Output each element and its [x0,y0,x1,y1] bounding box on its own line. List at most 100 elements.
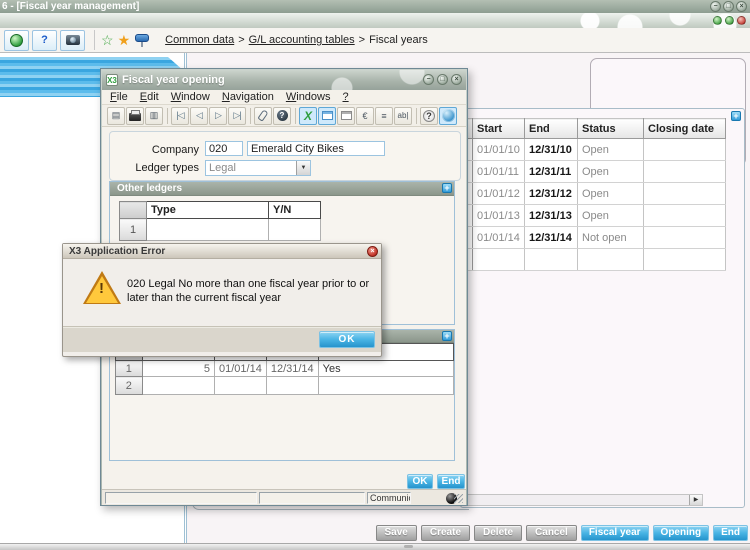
panel-expand-icon[interactable]: + [442,183,452,193]
dialog-titlebar[interactable]: X3 Fiscal year opening − □ × [102,70,466,90]
breadcrumb-common-data[interactable]: Common data [165,34,234,46]
session-restore-icon[interactable] [725,16,734,25]
x3-selection-button[interactable]: X [299,107,317,125]
next-record-button[interactable]: ▷ [209,107,227,125]
table-row-empty[interactable] [464,249,726,271]
printer-icon [129,113,141,121]
currency-icon: € [362,111,367,121]
chevron-down-icon[interactable]: ▼ [296,161,310,175]
menu-edit[interactable]: Edit [140,91,159,103]
col-closing-date[interactable]: Closing date [644,119,726,139]
dialog-end-button[interactable]: End [437,474,465,489]
table-row[interactable]: 01/01/14 12/31/14 Not open [464,227,726,249]
web-button[interactable] [439,107,457,125]
export-button[interactable]: ▥ [145,107,163,125]
horizontal-scrollbar[interactable]: ▶ [463,494,703,506]
panel-expand-icon[interactable]: + [442,331,452,341]
text-field-icon: ab| [398,111,409,120]
scroll-right-icon[interactable]: ▶ [689,495,702,505]
period-count-cell[interactable]: 5 [142,361,215,377]
breadcrumb-separator: > [359,34,365,46]
delete-button[interactable]: Delete [474,525,522,541]
minimize-button[interactable]: − [710,1,721,12]
bottom-strip [0,543,750,550]
error-close-icon[interactable]: × [367,246,378,257]
grid-row[interactable]: 1 5 01/01/14 12/31/14 Yes [116,361,454,377]
dialog-minimize-button[interactable]: − [423,74,434,85]
dialog-close-button[interactable]: × [451,74,462,85]
resize-grip[interactable] [454,494,463,503]
attachment-button[interactable] [254,107,272,125]
signpost-icon[interactable] [134,33,149,47]
snapshot-button[interactable] [60,30,85,51]
text-field-button[interactable]: ab| [394,107,412,125]
session-close-icon[interactable] [737,16,746,25]
green-sphere-icon [10,34,23,47]
table-row[interactable]: 01/01/10 12/31/10 Open [464,139,726,161]
secondary-bar [0,13,750,28]
session-minimize-icon[interactable] [713,16,722,25]
about-button[interactable]: ? [420,107,438,125]
home-button[interactable] [4,30,29,51]
menu-window[interactable]: Window [171,91,210,103]
col-start[interactable]: Start [473,119,525,139]
list-view-button[interactable]: ≡ [375,107,393,125]
grid-row[interactable]: 2 [116,377,454,395]
grid-row[interactable]: 1 [120,219,321,241]
type-cell[interactable] [147,219,269,241]
start-date-cell[interactable]: 01/01/14 [215,361,267,377]
save-button[interactable]: Save [376,525,417,541]
create-button[interactable]: Create [421,525,470,541]
menu-help[interactable]: ? [343,91,349,103]
other-ledgers-grid: Type Y/N 1 [119,201,321,241]
opening-button[interactable]: Opening [653,525,710,541]
last-record-button[interactable]: ▷| [228,107,246,125]
copy-window-button[interactable] [337,107,355,125]
col-yn[interactable]: Y/N [269,202,321,219]
dialog-restore-button[interactable]: □ [437,74,448,85]
favorite-add-icon[interactable]: ☆ [101,33,114,47]
restore-button[interactable]: □ [723,1,734,12]
menu-windows[interactable]: Windows [286,91,331,103]
col-type[interactable]: Type [147,202,269,219]
company-code-field[interactable]: 020 [205,141,243,156]
menu-navigation[interactable]: Navigation [222,91,274,103]
error-dialog-titlebar[interactable]: X3 Application Error × [63,244,381,259]
cancel-button[interactable]: Cancel [526,525,577,541]
table-row[interactable]: 01/01/12 12/31/12 Open [464,183,726,205]
print-button[interactable] [126,107,144,125]
help-dot-icon: ? [277,110,288,121]
currency-edit-button[interactable]: € [356,107,374,125]
other-ledgers-title: Other ledgers [117,183,182,194]
favorites-icon[interactable]: ★ [118,33,131,47]
help-button[interactable]: ? [32,30,57,51]
table-row[interactable]: 01/01/13 12/31/13 Open [464,205,726,227]
first-record-button[interactable]: |◁ [171,107,189,125]
fiscal-years-table: Start End Status Closing date 01/01/10 1… [463,118,726,271]
breadcrumb-gl-accounting-tables[interactable]: G/L accounting tables [249,34,355,46]
dialog-ok-button[interactable]: OK [407,474,433,489]
col-end[interactable]: End [525,119,578,139]
end-button[interactable]: End [713,525,748,541]
assistance-button[interactable]: ? [273,107,291,125]
col-status[interactable]: Status [578,119,644,139]
company-name-field[interactable]: Emerald City Bikes [247,141,385,156]
yn-cell[interactable] [269,219,321,241]
table-row[interactable]: 01/01/11 12/31/11 Open [464,161,726,183]
panel-expand-icon[interactable]: + [731,111,741,121]
close-button[interactable]: × [736,1,747,12]
ledger-types-dropdown[interactable]: Legal ▼ [205,160,311,176]
splitter-notch[interactable] [404,545,413,548]
ledger-types-label: Ledger types [107,162,199,174]
status-field-1 [105,492,257,504]
error-ok-button[interactable]: OK [319,331,375,348]
flag-cell[interactable]: Yes [318,361,453,377]
end-date-cell[interactable]: 12/31/14 [266,361,318,377]
new-record-button[interactable]: ▤ [107,107,125,125]
previous-record-button[interactable]: ◁ [190,107,208,125]
window-view-button[interactable] [318,107,336,125]
menu-file[interactable]: File [110,91,128,103]
error-message: 020 Legal No more than one fiscal year p… [127,277,377,305]
fiscal-year-button[interactable]: Fiscal year [581,525,649,541]
dialog-menubar: File Edit Window Navigation Windows ? [102,90,466,105]
